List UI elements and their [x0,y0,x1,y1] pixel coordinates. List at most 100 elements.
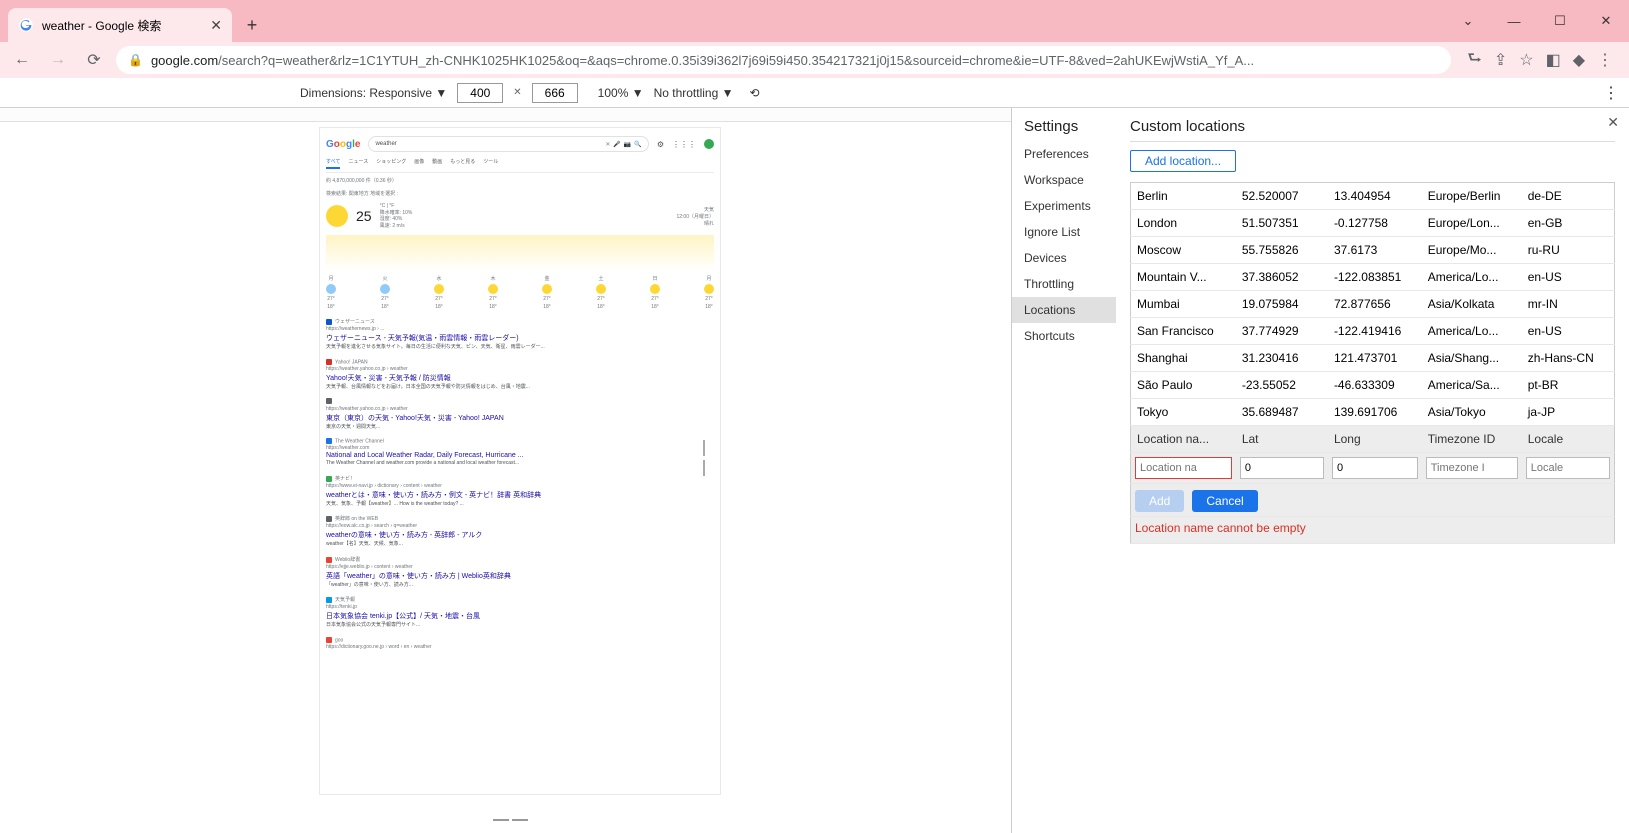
settings-nav-item[interactable]: Locations [1012,297,1116,323]
ruler [0,108,1011,122]
forecast-day[interactable]: 月27°18° [704,275,714,310]
weather-chart[interactable] [326,235,714,271]
height-input[interactable] [532,83,578,103]
share-icon[interactable]: ⇪ [1494,50,1507,70]
zoom-dropdown[interactable]: 100% ▼ [598,86,644,100]
sidepanel-icon[interactable]: ◧ [1546,50,1561,70]
forecast-day[interactable]: 金27°18° [542,275,552,310]
resize-handle-right[interactable] [700,438,708,478]
divider [1130,141,1615,142]
google-avatar[interactable] [704,139,714,149]
location-row[interactable]: Berlin52.52000713.404954Europe/Berlinde-… [1131,183,1615,210]
settings-nav-item[interactable]: Throttling [1012,271,1116,297]
search-result[interactable]: 英ナビ！https://www.ei-navi.jp › dictionary … [326,475,714,508]
nav-back-button[interactable]: ← [8,46,36,74]
window-close-icon[interactable]: ✕ [1583,0,1629,42]
settings-nav-item[interactable]: Workspace [1012,167,1116,193]
search-result[interactable]: Weblio辞書https://ejje.weblio.jp › content… [326,556,714,589]
window-controls: ⌄ — ☐ ✕ [1445,0,1629,42]
nav-reload-button[interactable]: ⟳ [80,46,108,74]
location-row[interactable]: Mountain V...37.386052-122.083851America… [1131,264,1615,291]
settings-nav-item[interactable]: Experiments [1012,193,1116,219]
translate-icon[interactable]: ⮑ [1467,47,1481,74]
forecast-day[interactable]: 水27°18° [434,275,444,310]
device-menu-icon[interactable]: ⋮ [1603,83,1619,103]
settings-nav-item[interactable]: Ignore List [1012,219,1116,245]
google-tab[interactable]: すべて [326,158,340,169]
location-lat-input[interactable] [1240,457,1324,479]
location-header-row: Location na...LatLongTimezone IDLocale [1131,426,1615,453]
add-location-button[interactable]: Add location... [1130,150,1236,172]
weather-forecast: 月27°18° 火27°18° 水27°18° 木27°18° 金27°18° 土27°1… [326,275,714,310]
google-logo[interactable]: Google [326,139,360,150]
google-tab[interactable]: ショッピング [376,158,406,169]
settings-nav-item[interactable]: Shortcuts [1012,323,1116,349]
location-locale-input[interactable] [1526,457,1610,479]
rotate-icon[interactable]: ⟲ [750,86,760,100]
device-frame[interactable]: Google weather ✕🎤📷🔍 ⚙ ⋮⋮⋮ すべてニュースショッピング画… [320,128,720,794]
location-row[interactable]: São Paulo-23.55052-46.633309America/Sa..… [1131,372,1615,399]
settings-page-title: Custom locations [1130,118,1615,135]
location-tz-input[interactable] [1426,457,1518,479]
location-row[interactable]: Mumbai19.07598472.877656Asia/Kolkatamr-I… [1131,291,1615,318]
search-result[interactable]: The Weather Channelhttps://weather.comNa… [326,438,714,467]
mic-icon[interactable]: 🎤 [613,141,620,148]
url-field[interactable]: 🔒 google.com/search?q=weather&rlz=1C1YTU… [116,46,1451,74]
forecast-day[interactable]: 日27°18° [650,275,660,310]
weather-temp: 25 [356,208,372,224]
chrome-menu-icon[interactable]: ⋮ [1597,50,1613,70]
location-add-button[interactable]: Add [1135,490,1184,512]
close-settings-icon[interactable]: ✕ [1607,114,1619,131]
forecast-day[interactable]: 土27°18° [596,275,606,310]
search-result[interactable]: ウェザーニュースhttps://weathernews.jp › ...ウェザー… [326,318,714,351]
location-row[interactable]: London51.507351-0.127758Europe/Lon...en-… [1131,210,1615,237]
extension-icon[interactable]: ◆ [1573,50,1585,70]
settings-nav-item[interactable]: Preferences [1012,141,1116,167]
resize-handle-bottom[interactable] [490,819,530,825]
settings-nav: PreferencesWorkspaceExperimentsIgnore Li… [1012,141,1116,349]
google-tab[interactable]: もっと見る [450,158,475,169]
search-result[interactable]: Yahoo! JAPANhttps://weather.yahoo.co.jp … [326,359,714,391]
google-apps-icon[interactable]: ⋮⋮⋮ [672,140,696,149]
location-lon-input[interactable] [1332,457,1418,479]
forecast-day[interactable]: 木27°18° [488,275,498,310]
bookmark-icon[interactable]: ☆ [1519,50,1533,70]
google-search-box[interactable]: weather ✕🎤📷🔍 [368,136,648,152]
search-result[interactable]: 英辞郎 on the WEBhttps://eow.alc.co.jp › se… [326,515,714,548]
location-name-input[interactable] [1135,457,1232,479]
location-row[interactable]: Tokyo35.689487139.691706Asia/Tokyoja-JP [1131,399,1615,426]
weather-wind: 風速: 2 m/s [380,223,413,230]
window-maximize-icon[interactable]: ☐ [1537,0,1583,42]
width-input[interactable] [457,83,503,103]
search-icon[interactable]: 🔍 [634,141,641,148]
clear-icon[interactable]: ✕ [605,141,610,148]
nav-forward-button[interactable]: → [44,46,72,74]
locations-table: Berlin52.52000713.404954Europe/Berlinde-… [1130,182,1615,544]
search-result[interactable]: 天気予報https://tenki.jp日本気象協会 tenki.jp【公式】/… [326,596,714,629]
tab-search-icon[interactable]: ⌄ [1445,0,1491,42]
google-settings-icon[interactable]: ⚙ [657,140,664,149]
forecast-day[interactable]: 火27°18° [380,275,390,310]
lens-icon[interactable]: 📷 [624,141,631,148]
window-minimize-icon[interactable]: — [1491,0,1537,42]
google-tab[interactable]: 画像 [414,158,424,169]
google-tab[interactable]: ツール [483,158,498,169]
google-tab[interactable]: 動画 [432,158,442,169]
weather-condition: 晴れ [676,220,714,227]
location-row[interactable]: San Francisco37.774929-122.419416America… [1131,318,1615,345]
search-result[interactable]: goohttps://dictionary.goo.ne.jp › word ›… [326,637,714,650]
browser-tab[interactable]: weather - Google 検索 ✕ [8,8,232,42]
location-row[interactable]: Shanghai31.230416121.473701Asia/Shang...… [1131,345,1615,372]
location-cancel-button[interactable]: Cancel [1192,490,1257,512]
weather-card: 25 °C | °F 降水確率: 10% 湿度: 40% 風速: 2 m/s 天… [326,203,714,229]
new-tab-button[interactable]: + [238,11,266,39]
dimensions-dropdown[interactable]: Dimensions: Responsive ▼ [300,86,447,100]
devtools-settings-panel: ✕ Settings PreferencesWorkspaceExperimen… [1012,108,1629,833]
throttling-dropdown[interactable]: No throttling ▼ [654,86,734,100]
tab-close-icon[interactable]: ✕ [210,17,222,34]
search-result[interactable]: https://weather.yahoo.co.jp › weather東京（… [326,398,714,430]
forecast-day[interactable]: 月27°18° [326,275,336,310]
settings-nav-item[interactable]: Devices [1012,245,1116,271]
google-tab[interactable]: ニュース [348,158,368,169]
location-row[interactable]: Moscow55.75582637.6173Europe/Mo...ru-RU [1131,237,1615,264]
